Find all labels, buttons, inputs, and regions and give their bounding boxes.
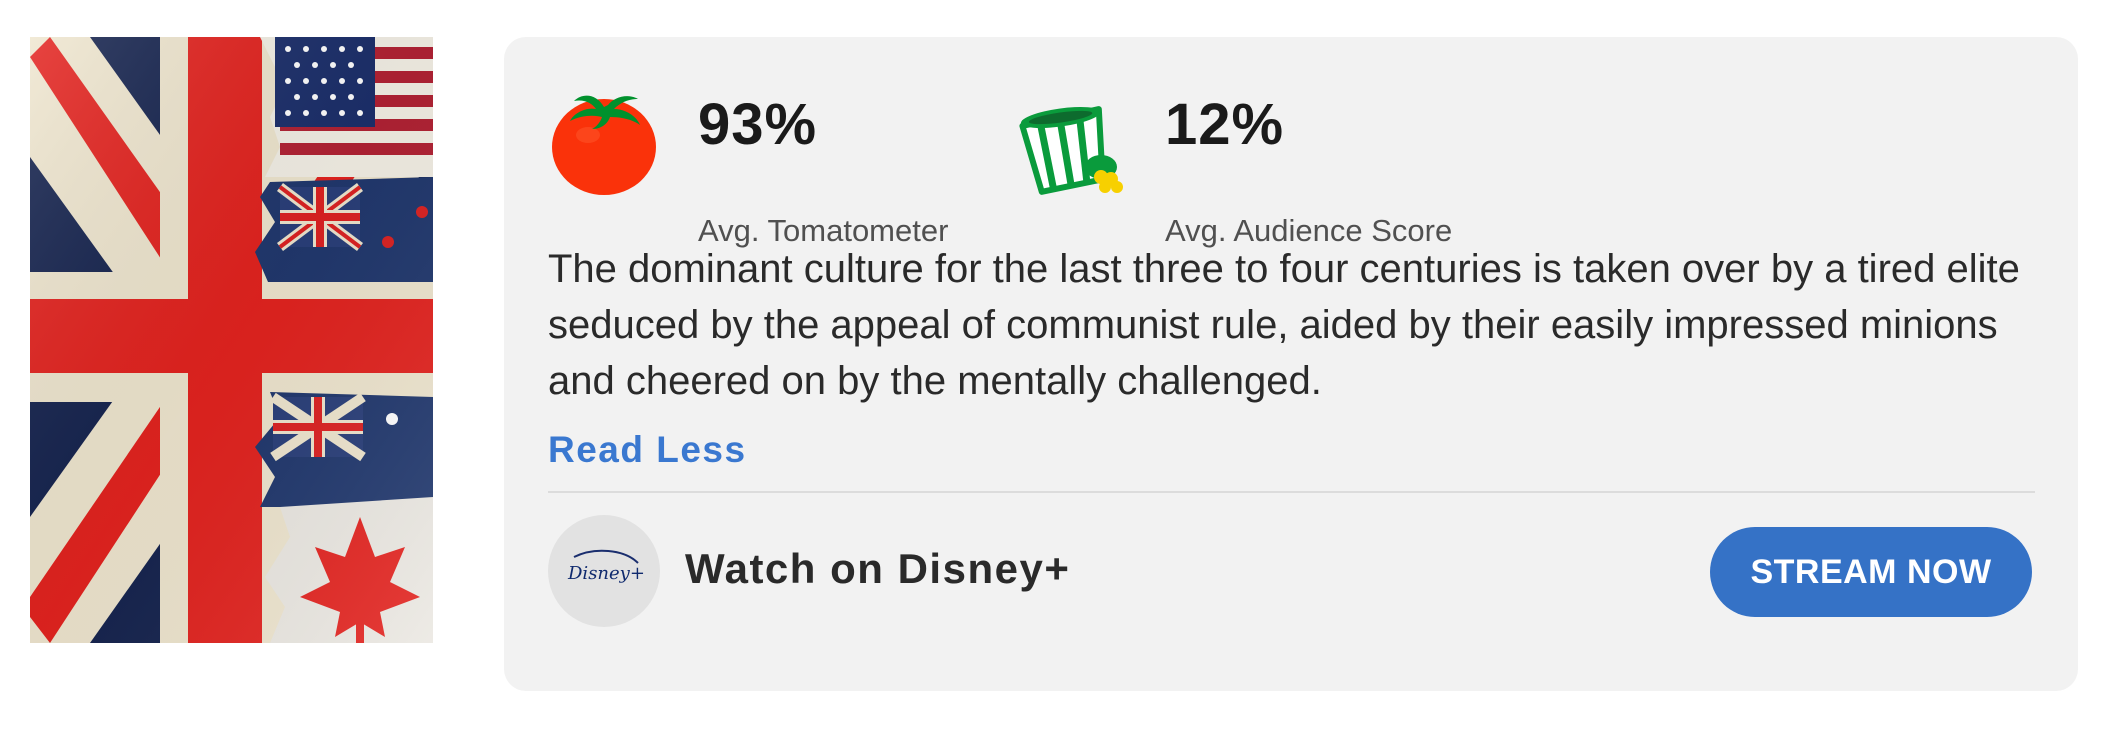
media-score-card: 93% Avg. Tomatometer 12% Avg. Audience S… [504,37,2078,691]
poster-image[interactable] [30,37,433,643]
read-less-link[interactable]: Read Less [548,429,747,471]
fresh-tomato-icon [548,85,660,197]
tomatometer-block[interactable]: 93% Avg. Tomatometer [548,77,968,248]
disney-plus-logo-text: Disney+ [567,563,644,584]
stream-now-button[interactable]: STREAM NOW [1710,527,2032,617]
tomatometer-value: 93% [698,92,818,157]
description-text: The dominant culture for the last three … [548,247,2020,403]
disney-plus-logo: Disney+ [548,515,660,627]
audience-score-block[interactable]: 12% Avg. Audience Score [1017,77,1497,248]
divider [548,491,2035,493]
watch-on-provider-label: Watch on Disney+ [685,545,1071,592]
poster-art [30,37,433,643]
root: 93% Avg. Tomatometer 12% Avg. Audience S… [0,0,2109,730]
audience-score-value: 12% [1165,92,1285,157]
spilled-popcorn-icon [1017,85,1129,197]
